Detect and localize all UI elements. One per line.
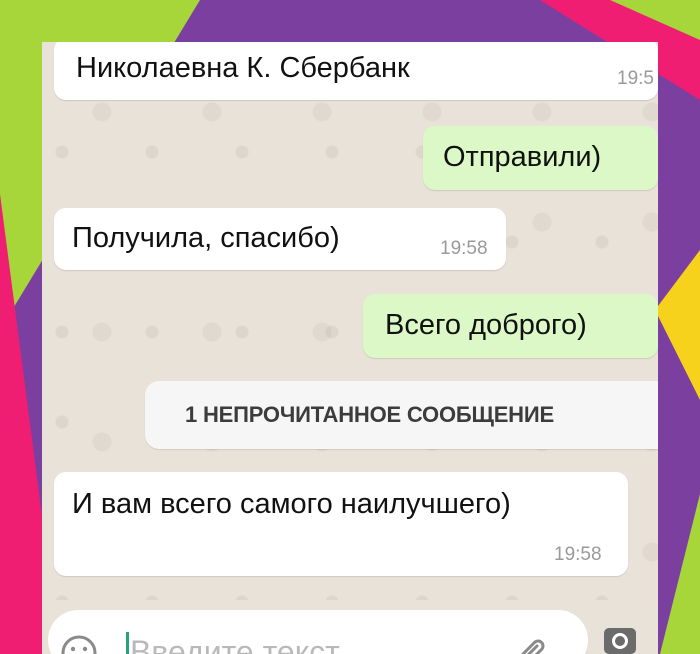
message-text: И вам всего самого наилучшего) — [72, 488, 511, 520]
message-time: 19:58 — [554, 544, 602, 565]
camera-icon[interactable] — [602, 622, 638, 654]
message-outgoing[interactable]: Отправили) — [423, 126, 658, 190]
message-outgoing[interactable]: Всего доброго) — [363, 294, 658, 358]
text-caret — [126, 632, 129, 654]
message-incoming[interactable]: Получила, спасибо) 19:58 — [54, 208, 506, 270]
decor-green-bottom-right — [660, 494, 700, 654]
chat-screen: Николаевна К. Сбербанк 19:5 Отправили) П… — [42, 42, 658, 654]
message-text: Получила, спасибо) — [72, 222, 340, 254]
message-text: Николаевна К. Сбербанк — [76, 52, 410, 84]
message-incoming[interactable]: Николаевна К. Сбербанк 19:5 — [54, 42, 658, 100]
unread-banner-text: 1 НЕПРОЧИТАННОЕ СООБЩЕНИЕ — [185, 402, 554, 427]
message-text: Всего доброго) — [385, 309, 587, 341]
message-time: 19:58 — [440, 238, 488, 259]
message-text: Отправили) — [443, 141, 602, 173]
message-input[interactable]: Введите текст — [48, 610, 588, 654]
emoji-icon[interactable] — [60, 634, 98, 654]
decor-green-top-right — [610, 0, 700, 40]
decor-yellow-right — [655, 250, 700, 400]
message-placeholder: Введите текст — [130, 634, 340, 654]
unread-messages-banner: 1 НЕПРОЧИТАННОЕ СООБЩЕНИЕ — [145, 381, 658, 449]
message-incoming[interactable]: И вам всего самого наилучшего) 19:58 — [54, 472, 628, 576]
message-composer: Введите текст — [42, 600, 658, 654]
attach-icon[interactable] — [515, 634, 549, 654]
message-time: 19:5 — [617, 68, 654, 89]
